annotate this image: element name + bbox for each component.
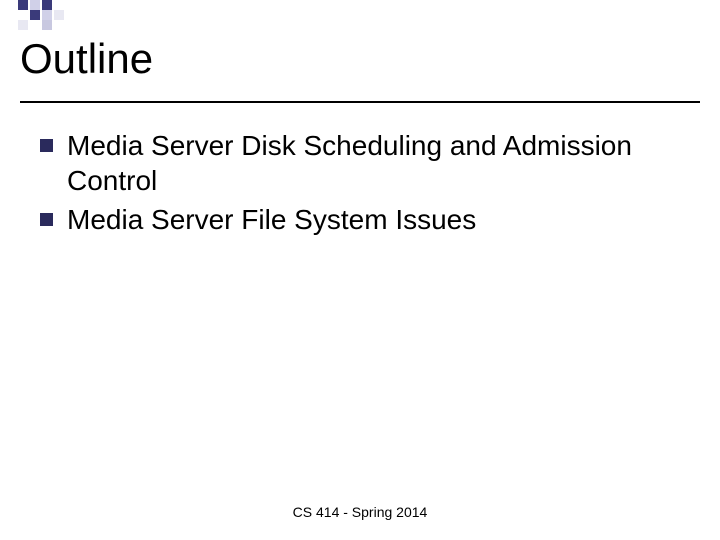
bullet-item: Media Server Disk Scheduling and Admissi… <box>40 128 695 198</box>
decoration-square <box>42 10 52 20</box>
corner-decoration <box>0 0 90 30</box>
bullet-marker-icon <box>40 213 53 226</box>
decoration-square <box>18 0 28 10</box>
decoration-square <box>42 20 52 30</box>
bullet-marker-icon <box>40 139 53 152</box>
slide-title: Outline <box>20 35 700 83</box>
bullet-item: Media Server File System Issues <box>40 202 695 237</box>
decoration-square <box>30 0 40 10</box>
footer-text: CS 414 - Spring 2014 <box>0 504 720 520</box>
title-area: Outline <box>0 0 720 93</box>
bullet-text: Media Server Disk Scheduling and Admissi… <box>67 128 695 198</box>
bullet-text: Media Server File System Issues <box>67 202 476 237</box>
decoration-square <box>30 10 40 20</box>
decoration-square <box>42 0 52 10</box>
content-area: Media Server Disk Scheduling and Admissi… <box>0 103 720 237</box>
decoration-square <box>18 20 28 30</box>
decoration-square <box>54 10 64 20</box>
